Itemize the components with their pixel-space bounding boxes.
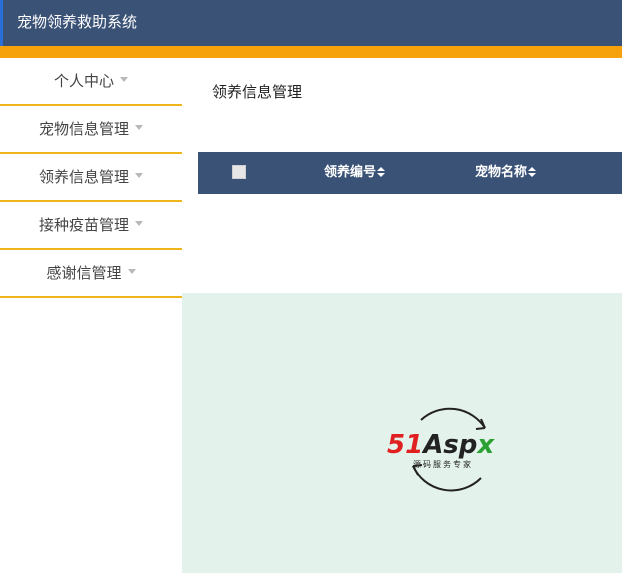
chevron-down-icon [135,221,143,226]
sidebar-item-label: 个人中心 [53,72,114,90]
column-header-pet-name[interactable]: 宠物名称 [475,164,537,182]
sort-icon [528,167,537,177]
app-title: 宠物领养救助系统 [17,13,138,31]
sidebar-item-label: 宠物信息管理 [38,120,129,138]
sidebar-item-thank-you-letters[interactable]: 感谢信管理 [0,250,182,298]
sidebar-item-pet-info[interactable]: 宠物信息管理 [0,106,182,154]
chevron-down-icon [120,77,128,82]
chevron-down-icon [127,269,136,274]
sidebar-item-adoption-info[interactable]: 领养信息管理 [0,154,182,202]
sidebar-item-label: 感谢信管理 [46,264,122,282]
sidebar-item-vaccination[interactable]: 接种疫苗管理 [0,202,182,250]
column-header-label: 宠物名称 [475,165,528,180]
app-header: 宠物领养救助系统 [0,0,622,46]
sidebar-item-label: 接种疫苗管理 [38,216,129,234]
sidebar-item-label: 领养信息管理 [38,168,129,186]
select-all-checkbox[interactable] [232,165,246,179]
logo-tagline: 源码服务专家 [413,460,473,469]
chevron-down-icon [135,125,143,130]
chevron-down-icon [135,173,143,178]
sidebar-item-personal-center[interactable]: 个人中心 [0,58,182,106]
logo-wordmark: 51Aspx [387,430,495,460]
sort-icon [377,167,386,177]
page-title: 领养信息管理 [212,83,303,101]
header-accent-stripe [0,46,622,58]
table-header: 领养编号 宠物名称 [198,152,622,194]
watermark-area: 51Aspx 源码服务专家 [182,293,622,573]
watermark-logo: 51Aspx 源码服务专家 [387,402,511,496]
column-header-adoption-id[interactable]: 领养编号 [324,164,386,182]
column-header-label: 领养编号 [324,165,377,180]
sidebar: 个人中心 宠物信息管理 领养信息管理 接种疫苗管理 感谢信管理 [0,58,182,573]
